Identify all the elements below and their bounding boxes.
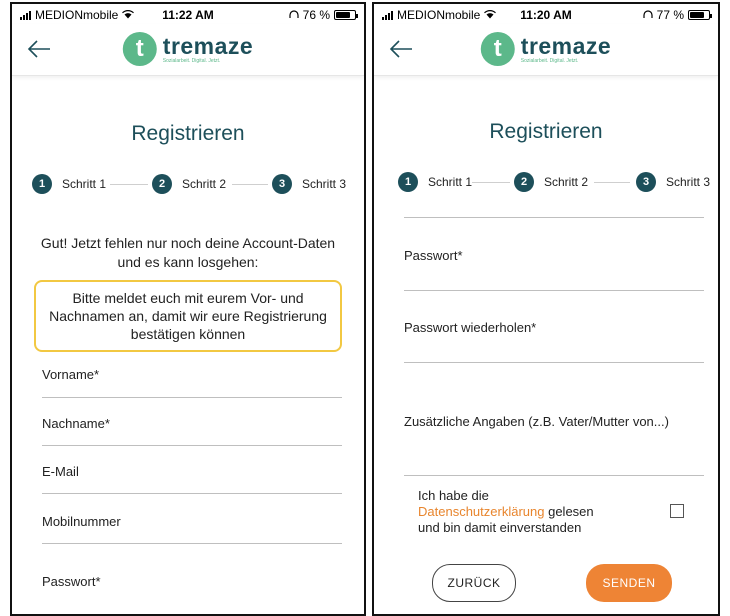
step-number: 1 [32,174,52,194]
privacy-policy-link[interactable]: Datenschutzerklärung [418,504,544,519]
headphones-icon [289,8,299,22]
back-arrow-icon[interactable] [26,38,52,60]
step-connector [472,182,510,183]
page-title: Registrieren [131,122,245,145]
logo-mark: t [122,32,157,66]
step-label: Schritt 3 [302,177,347,191]
consent-checkbox[interactable] [670,504,684,518]
status-bar: MEDIONmobile 11:22 AM 76 % [12,4,364,24]
battery-icon [334,10,358,20]
battery-info: 76 % [289,8,358,22]
step-2: 2 Schritt 2 [152,174,226,194]
page-title: Registrieren [489,120,603,143]
registration-screen-step3-top: MEDIONmobile 11:22 AM 76 % t tremaze Soz… [10,2,366,616]
lastname-label: Nachname* [42,416,110,431]
logo-tagline: Sozialarbeit. Digital. Jetzt. [520,57,579,64]
step-label: Schritt 1 [428,175,473,189]
battery-icon [688,10,712,20]
tremaze-logo: t tremaze Sozialarbeit. Digital. Jetzt. [480,32,612,66]
app-header: t tremaze Sozialarbeit. Digital. Jetzt. [12,24,364,76]
privacy-consent: Ich habe die Datenschutzerklärung gelese… [418,488,702,540]
firstname-field[interactable]: Vorname* [42,364,342,398]
headphones-icon [643,8,653,22]
email-field[interactable]: E-Mail [42,460,342,494]
lastname-field[interactable]: Nachname* [42,412,342,446]
step-connector [594,182,630,183]
step-label: Schritt 2 [544,175,589,189]
consent-prefix: Ich habe die [418,488,489,503]
step-3: 3 Schritt 3 [636,172,710,192]
logo-name: tremaze [520,32,612,59]
additional-info-field[interactable]: Zusätzliche Angaben (z.B. Vater/Mutter v… [404,412,704,476]
email-label: E-Mail [42,464,79,479]
mobile-label: Mobilnummer [42,514,121,529]
logo-tagline: Sozialarbeit. Digital. Jetzt. [162,57,221,64]
status-bar: MEDIONmobile 11:20 AM 77 % [374,4,718,24]
step-number: 3 [272,174,292,194]
step-indicator: 1 Schritt 1 2 Schritt 2 3 Schritt 3 [374,172,718,192]
step-1: 1 Schritt 1 [32,174,106,194]
back-arrow-icon[interactable] [388,38,414,60]
step-number: 2 [152,174,172,194]
tremaze-logo: t tremaze Sozialarbeit. Digital. Jetzt. [122,32,254,66]
registration-screen-step3-bottom: MEDIONmobile 11:20 AM 77 % t tremaze Soz… [372,2,720,616]
additional-info-label: Zusätzliche Angaben (z.B. Vater/Mutter v… [404,414,669,429]
firstname-label: Vorname* [42,367,100,382]
step-label: Schritt 1 [62,177,107,191]
step-1: 1 Schritt 1 [398,172,472,192]
password-field[interactable]: Passwort* [42,570,342,614]
consent-text: Ich habe die Datenschutzerklärung gelese… [418,488,618,536]
step-2: 2 Schritt 2 [514,172,588,192]
step-3: 3 Schritt 3 [272,174,346,194]
previous-field-underline[interactable] [404,208,704,218]
app-comparison: MEDIONmobile 11:22 AM 76 % t tremaze Soz… [0,0,730,616]
send-button[interactable]: SENDEN [586,564,672,602]
password-repeat-field[interactable]: Passwort wiederholen* [404,318,704,363]
intro-text: Gut! Jetzt fehlen nur noch deine Account… [40,235,336,270]
step-connector [110,184,148,185]
consent-suffix-2: und bin damit einverstanden [418,520,582,535]
battery-percent: 77 % [656,8,684,22]
battery-info: 77 % [643,8,712,22]
battery-percent: 76 % [302,8,330,22]
step-label: Schritt 2 [182,177,227,191]
back-button[interactable]: ZURÜCK [432,564,516,602]
password-label: Passwort* [404,248,463,263]
password-field[interactable]: Passwort* [404,246,704,291]
step-number: 2 [514,172,534,192]
step-connector [232,184,268,185]
step-number: 1 [398,172,418,192]
logo-mark: t [480,32,515,66]
step-indicator: 1 Schritt 1 2 Schritt 2 3 Schritt 3 [12,174,364,194]
app-header: t tremaze Sozialarbeit. Digital. Jetzt. [374,24,718,76]
step-number: 3 [636,172,656,192]
password-label: Passwort* [42,574,101,589]
mobile-field[interactable]: Mobilnummer [42,510,342,544]
password-repeat-label: Passwort wiederholen* [404,320,537,335]
consent-suffix: gelesen [548,504,594,519]
notice-box: Bitte meldet euch mit eurem Vor- und Nac… [34,280,342,352]
logo-name: tremaze [162,32,254,59]
step-label: Schritt 3 [666,175,711,189]
